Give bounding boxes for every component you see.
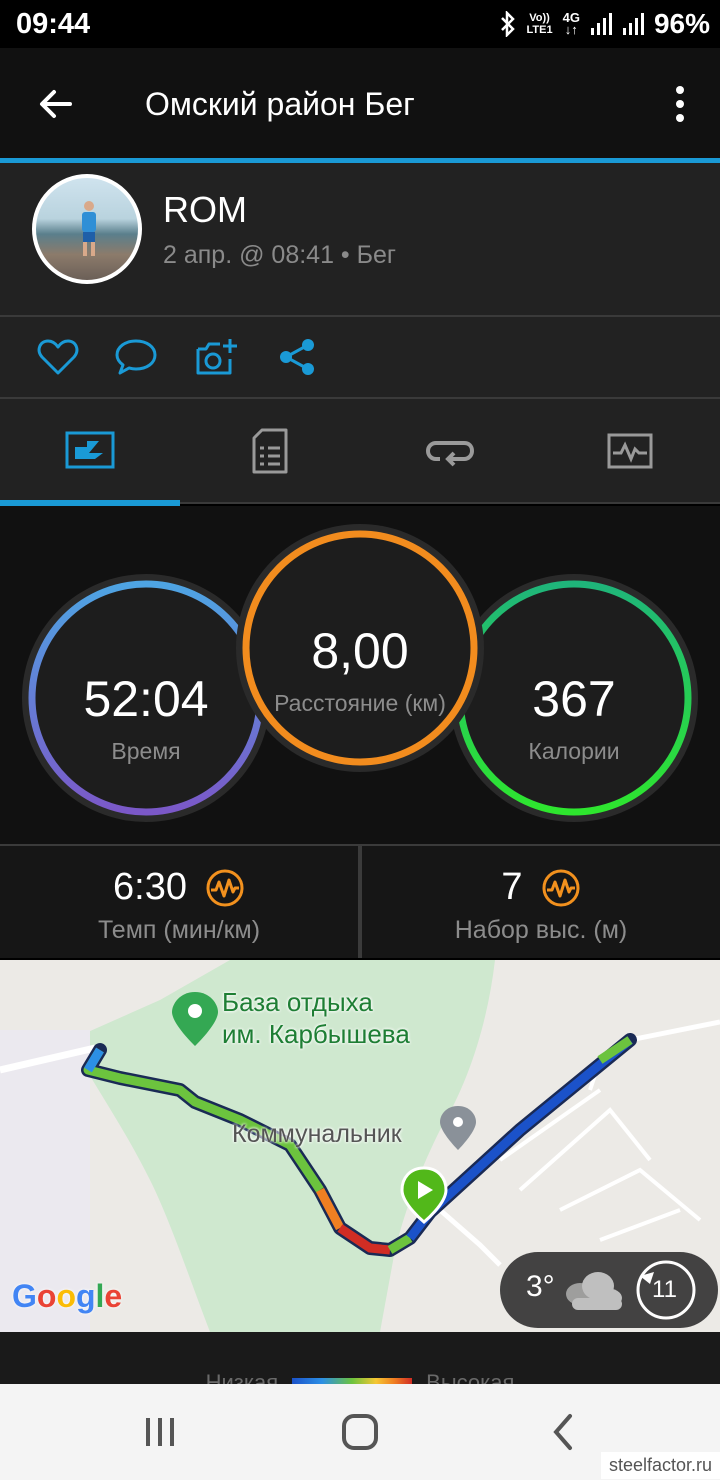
- volte-indicator: Vo)) LTE1: [526, 12, 553, 36]
- distance-stat: 8,00 Расстояние (км): [240, 622, 480, 717]
- avatar[interactable]: [32, 174, 142, 284]
- document-list-icon: [252, 428, 288, 474]
- pace-label: Темп (мин/км): [97, 916, 261, 944]
- google-logo: Google: [12, 1278, 123, 1314]
- route-map[interactable]: База отдыха им. Карбышева Коммунальник G…: [0, 960, 720, 1332]
- bluetooth-icon: [500, 11, 515, 37]
- activity-tabs: [0, 399, 720, 503]
- activity-graph-icon: [607, 433, 653, 469]
- status-time: 09:44: [16, 8, 91, 40]
- pace-chart-icon: [206, 869, 244, 906]
- elevation-metric[interactable]: 7 Набор выс. (м): [362, 846, 720, 958]
- elevation-chart-icon: [542, 869, 580, 906]
- place-pin-icon[interactable]: [440, 1106, 476, 1150]
- avatar-person-figure: [82, 201, 96, 256]
- action-bar: [0, 317, 720, 397]
- tab-laps[interactable]: [360, 399, 540, 503]
- watermark: steelfactor.ru: [600, 1452, 720, 1479]
- user-name[interactable]: ROM: [163, 189, 247, 231]
- tab-overview[interactable]: [0, 399, 180, 503]
- weather-temperature: 3°: [526, 1270, 555, 1303]
- user-info: ROM 2 апр. @ 08:41 • Бег: [0, 163, 720, 315]
- cloud-icon: [566, 1272, 622, 1310]
- like-heart-icon[interactable]: [36, 337, 80, 377]
- calories-value: 367: [532, 671, 616, 727]
- laps-loop-icon: [426, 441, 474, 467]
- weather-widget[interactable]: 3° 11: [500, 1252, 718, 1328]
- distance-value: 8,00: [311, 623, 409, 679]
- share-icon[interactable]: [276, 337, 320, 377]
- status-icons: Vo)) LTE1 4G ↓↑ 96%: [499, 8, 710, 40]
- activity-title: Омский район Бег: [145, 86, 415, 122]
- app-bar: Омский район Бег: [0, 48, 720, 160]
- calories-label: Калории: [528, 738, 620, 764]
- summary-stats: 52:04 Время 8,00 Расстояние (км) 367 Кал…: [0, 506, 720, 844]
- pace-value: 6:30: [113, 866, 187, 908]
- back-arrow-icon[interactable]: [36, 84, 76, 124]
- elevation-value: 7: [501, 866, 523, 908]
- pace-metric[interactable]: 6:30 Темп (мин/км): [0, 846, 358, 958]
- elevation-label: Набор выс. (м): [454, 916, 628, 944]
- signal-icon-2: [622, 13, 644, 35]
- tab-details[interactable]: [180, 399, 360, 503]
- time-stat: 52:04 Время: [26, 670, 266, 765]
- add-photo-icon[interactable]: [194, 337, 238, 377]
- place-label: Коммунальник: [232, 1120, 402, 1148]
- time-value: 52:04: [83, 671, 209, 727]
- home-icon[interactable]: [340, 1412, 380, 1452]
- tab-charts[interactable]: [540, 399, 720, 503]
- metrics-row: 6:30 Темп (мин/км) 7 Набор выс. (м): [0, 846, 720, 958]
- poi-label[interactable]: База отдыха им. Карбышева: [222, 986, 410, 1050]
- overview-chart-icon: [65, 431, 115, 469]
- comment-icon[interactable]: [114, 337, 158, 377]
- wind-speed: 11: [652, 1276, 677, 1303]
- time-label: Время: [111, 738, 181, 764]
- battery-level: 96%: [653, 8, 710, 39]
- network-type: 4G ↓↑: [562, 10, 580, 37]
- back-nav-icon[interactable]: [544, 1412, 584, 1452]
- calories-stat: 367 Калории: [454, 670, 694, 765]
- signal-icon: [590, 13, 612, 35]
- activity-date-type: 2 апр. @ 08:41 • Бег: [163, 241, 397, 269]
- more-menu-icon[interactable]: [670, 84, 690, 124]
- distance-label: Расстояние (км): [274, 690, 446, 716]
- status-bar: 09:44 Vo)) LTE1 4G ↓↑ 96%: [0, 0, 720, 48]
- recent-apps-icon[interactable]: [140, 1412, 180, 1452]
